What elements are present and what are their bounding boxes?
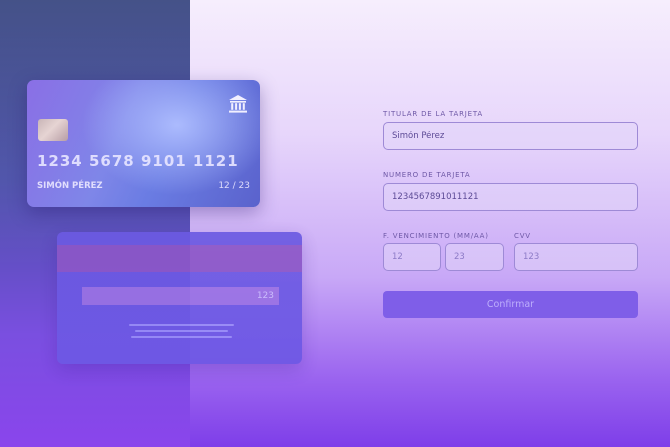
card-holder-display: SIMÓN PÉREZ [37, 181, 103, 191]
magnetic-stripe [57, 245, 302, 272]
left-background-panel [0, 0, 190, 447]
card-cvv-display: 123 [256, 291, 274, 301]
card-number-input[interactable] [383, 183, 638, 211]
card-expiry-display: 12 / 23 [218, 181, 250, 191]
cvv-label: CVV [514, 232, 531, 240]
card-back-fine-print [129, 324, 234, 342]
holder-label: TITULAR DE LA TARJETA [383, 110, 483, 118]
card-number-label: NUMERO DE TARJETA [383, 171, 471, 179]
confirm-button[interactable]: Confirmar [383, 291, 638, 318]
credit-card-front: 1234 5678 9101 1121 SIMÓN PÉREZ 12 / 23 [27, 80, 260, 207]
expiry-month-input[interactable] [383, 243, 441, 271]
holder-input[interactable] [383, 122, 638, 150]
card-chip [38, 119, 68, 141]
card-number-display: 1234 5678 9101 1121 [37, 152, 239, 170]
signature-strip [82, 287, 279, 305]
expiry-label: F. VENCIMIENTO (MM/AA) [383, 232, 489, 240]
credit-card-back: 123 [57, 232, 302, 364]
expiry-year-input[interactable] [445, 243, 504, 271]
bank-icon [229, 95, 247, 113]
cvv-input[interactable] [514, 243, 638, 271]
